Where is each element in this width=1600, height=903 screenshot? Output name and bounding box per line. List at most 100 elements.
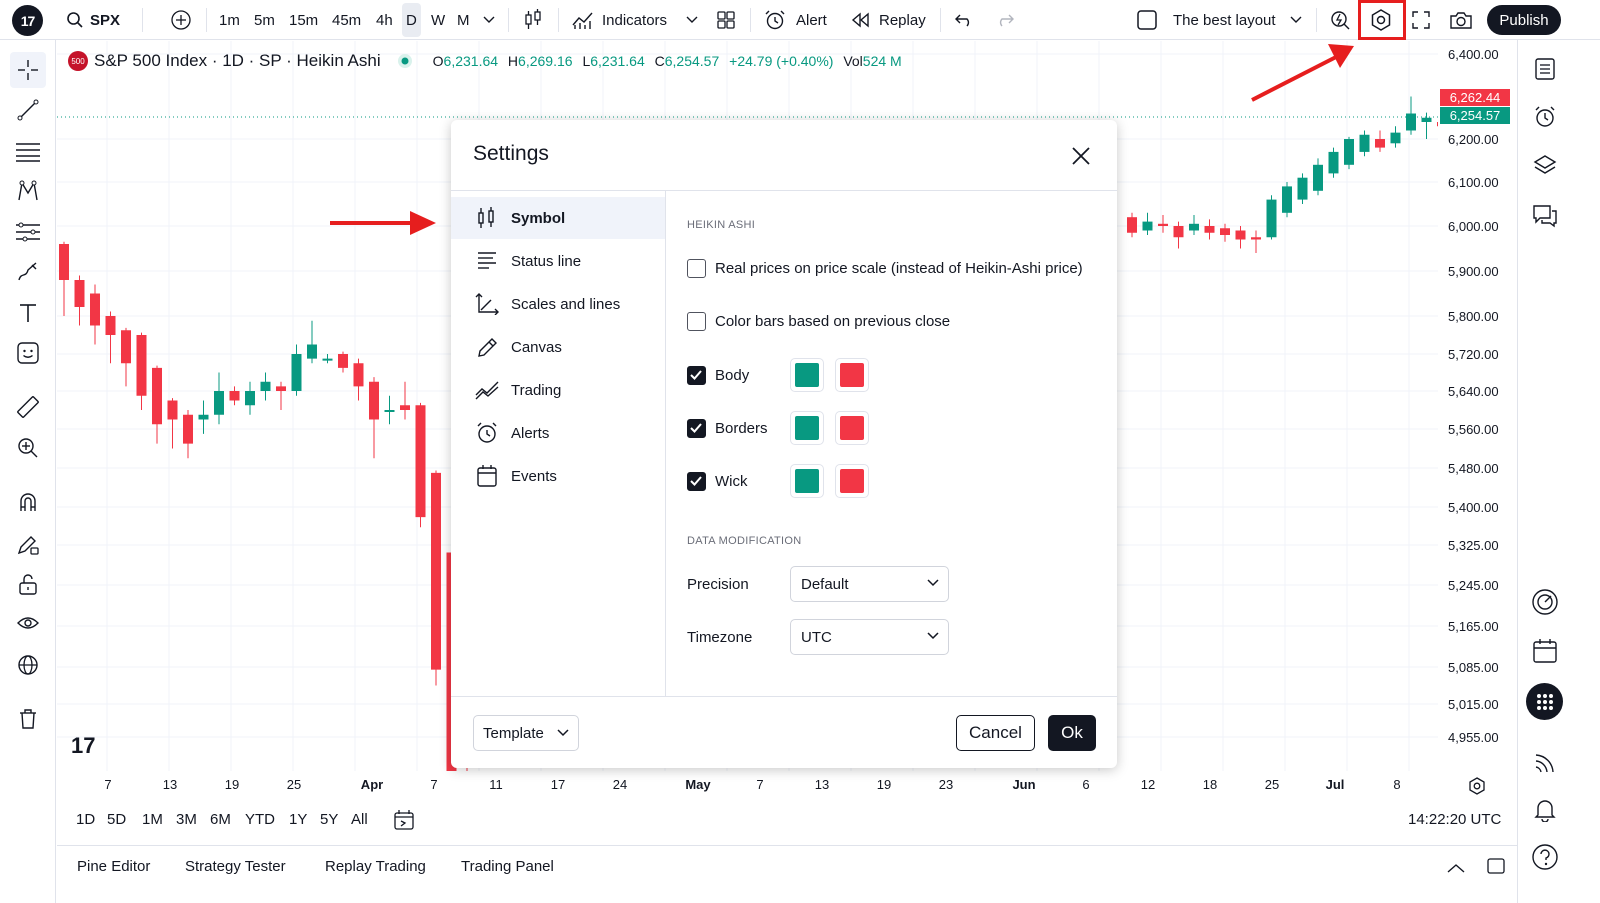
compare-symbol-button[interactable] xyxy=(170,0,192,40)
borders-up-color-swatch[interactable] xyxy=(790,411,824,445)
top-toolbar: 17 SPX 1m 5m 15m 45m 4h D W M Indicators xyxy=(0,0,1600,40)
products-button[interactable] xyxy=(1526,683,1563,720)
ideas-button[interactable] xyxy=(1528,585,1562,619)
trend-line-tool[interactable] xyxy=(10,92,46,128)
wick-down-color-swatch[interactable] xyxy=(835,464,869,498)
text-tool[interactable] xyxy=(10,295,46,331)
body-up-color-swatch[interactable] xyxy=(790,358,824,392)
layout-select-button[interactable]: The best layout xyxy=(1136,0,1302,40)
maximize-panel-button[interactable] xyxy=(1487,858,1505,878)
real-prices-checkbox[interactable] xyxy=(687,259,706,278)
nav-alerts[interactable]: Alerts xyxy=(451,412,665,454)
timeframe-1m[interactable]: 1m xyxy=(219,0,240,40)
color-bars-checkbox[interactable] xyxy=(687,312,706,331)
indicators-button[interactable]: Indicators xyxy=(572,0,667,40)
redo-icon xyxy=(999,14,1014,27)
tradingview-logo[interactable]: 17 xyxy=(12,5,43,36)
range-1m[interactable]: 1M xyxy=(142,811,163,828)
chats-button[interactable] xyxy=(1528,199,1562,233)
wick-checkbox[interactable] xyxy=(687,472,706,491)
object-tree-button[interactable] xyxy=(1528,148,1562,182)
timeframe-m[interactable]: M xyxy=(457,0,470,40)
range-ytd[interactable]: YTD xyxy=(245,811,275,828)
replay-button[interactable]: Replay xyxy=(851,0,926,40)
close-button[interactable] xyxy=(1067,142,1095,170)
watchlist-button[interactable] xyxy=(1528,52,1562,86)
tradingview-watermark: 17 xyxy=(71,733,95,758)
timeframe-dropdown[interactable] xyxy=(483,0,495,40)
price-scale[interactable]: 6,400.00 6,200.00 6,100.00 6,000.00 5,900.00… xyxy=(1438,41,1517,771)
zoom-tool[interactable] xyxy=(10,430,46,466)
cancel-button[interactable]: Cancel xyxy=(956,715,1035,751)
range-1y[interactable]: 1Y xyxy=(289,811,307,828)
calendar-button[interactable] xyxy=(1528,634,1562,668)
timeframe-d[interactable]: D xyxy=(402,3,421,37)
chart-settings-button[interactable] xyxy=(1467,776,1487,801)
publish-button[interactable]: Publish xyxy=(1487,5,1561,35)
range-all[interactable]: All xyxy=(351,811,368,828)
measure-tool[interactable] xyxy=(10,389,46,425)
layouts-button[interactable] xyxy=(716,0,736,40)
range-6m[interactable]: 6M xyxy=(210,811,231,828)
clock[interactable]: 14:22:20 UTC xyxy=(1408,811,1501,828)
range-1d[interactable]: 1D xyxy=(76,811,95,828)
redo-button[interactable] xyxy=(996,0,1014,40)
borders-checkbox[interactable] xyxy=(687,419,706,438)
timezone-select[interactable]: UTC xyxy=(790,619,949,655)
timeframe-w[interactable]: W xyxy=(431,0,445,40)
crosshair-tool[interactable] xyxy=(10,52,46,88)
precision-select[interactable]: Default xyxy=(790,566,949,602)
alerts-button[interactable] xyxy=(1528,100,1562,134)
help-button[interactable] xyxy=(1528,840,1562,874)
brush-tool[interactable] xyxy=(10,254,46,290)
nav-scales-and-lines[interactable]: Scales and lines xyxy=(451,283,665,325)
borders-down-color-swatch[interactable] xyxy=(835,411,869,445)
nav-canvas[interactable]: Canvas xyxy=(451,326,665,368)
stay-drawing-tool[interactable] xyxy=(10,526,46,562)
timeframe-4h[interactable]: 4h xyxy=(376,0,393,40)
notifications-button[interactable] xyxy=(1528,793,1562,827)
goto-date-button[interactable] xyxy=(393,809,415,835)
fullscreen-button[interactable] xyxy=(1411,0,1431,40)
pattern-tool[interactable] xyxy=(10,173,46,209)
nav-trading[interactable]: Trading xyxy=(451,369,665,411)
chart-type-button[interactable] xyxy=(523,0,543,40)
chevron-down-icon xyxy=(557,729,569,737)
tab-pine-editor[interactable]: Pine Editor xyxy=(77,858,150,875)
magnet-tool[interactable] xyxy=(10,485,46,521)
nav-symbol[interactable]: Symbol xyxy=(451,197,665,239)
timeframe-45m[interactable]: 45m xyxy=(332,0,361,40)
expand-panel-button[interactable] xyxy=(1447,860,1465,877)
lock-drawings-tool[interactable] xyxy=(10,566,46,602)
wick-up-color-swatch[interactable] xyxy=(790,464,824,498)
body-down-color-swatch[interactable] xyxy=(835,358,869,392)
body-checkbox[interactable] xyxy=(687,366,706,385)
indicators-dropdown[interactable] xyxy=(686,0,698,40)
prediction-tool[interactable] xyxy=(10,214,46,250)
nav-events[interactable]: Events xyxy=(451,455,665,497)
tab-replay-trading[interactable]: Replay Trading xyxy=(325,858,426,875)
quick-search-button[interactable] xyxy=(1329,0,1351,40)
globe-tool[interactable] xyxy=(10,647,46,683)
nav-status-line[interactable]: Status line xyxy=(451,240,665,282)
tab-strategy-tester[interactable]: Strategy Tester xyxy=(185,858,286,875)
snapshot-button[interactable] xyxy=(1449,0,1473,40)
range-5d[interactable]: 5D xyxy=(107,811,126,828)
range-5y[interactable]: 5Y xyxy=(320,811,338,828)
range-3m[interactable]: 3M xyxy=(176,811,197,828)
timeframe-5m[interactable]: 5m xyxy=(254,0,275,40)
undo-button[interactable] xyxy=(955,0,973,40)
fib-tool[interactable] xyxy=(10,133,46,169)
alert-button[interactable]: Alert xyxy=(764,0,827,40)
streams-button[interactable] xyxy=(1528,746,1562,780)
template-button[interactable]: Template xyxy=(473,715,579,751)
ok-button[interactable]: Ok xyxy=(1048,715,1096,751)
symbol-search[interactable]: SPX xyxy=(66,0,120,40)
remove-drawings-tool[interactable] xyxy=(10,701,46,737)
tab-trading-panel[interactable]: Trading Panel xyxy=(461,858,554,875)
icon-tool[interactable] xyxy=(10,335,46,371)
time-scale[interactable]: 7 13 19 25 Apr 7 11 17 24 May 7 13 19 23 Jun 6 12 18 25 Jul… xyxy=(57,771,1517,799)
legend-title[interactable]: S&P 500 Index · 1D · SP · Heikin Ashi xyxy=(94,51,381,71)
hide-drawings-tool[interactable] xyxy=(10,606,46,642)
timeframe-15m[interactable]: 15m xyxy=(289,0,318,40)
